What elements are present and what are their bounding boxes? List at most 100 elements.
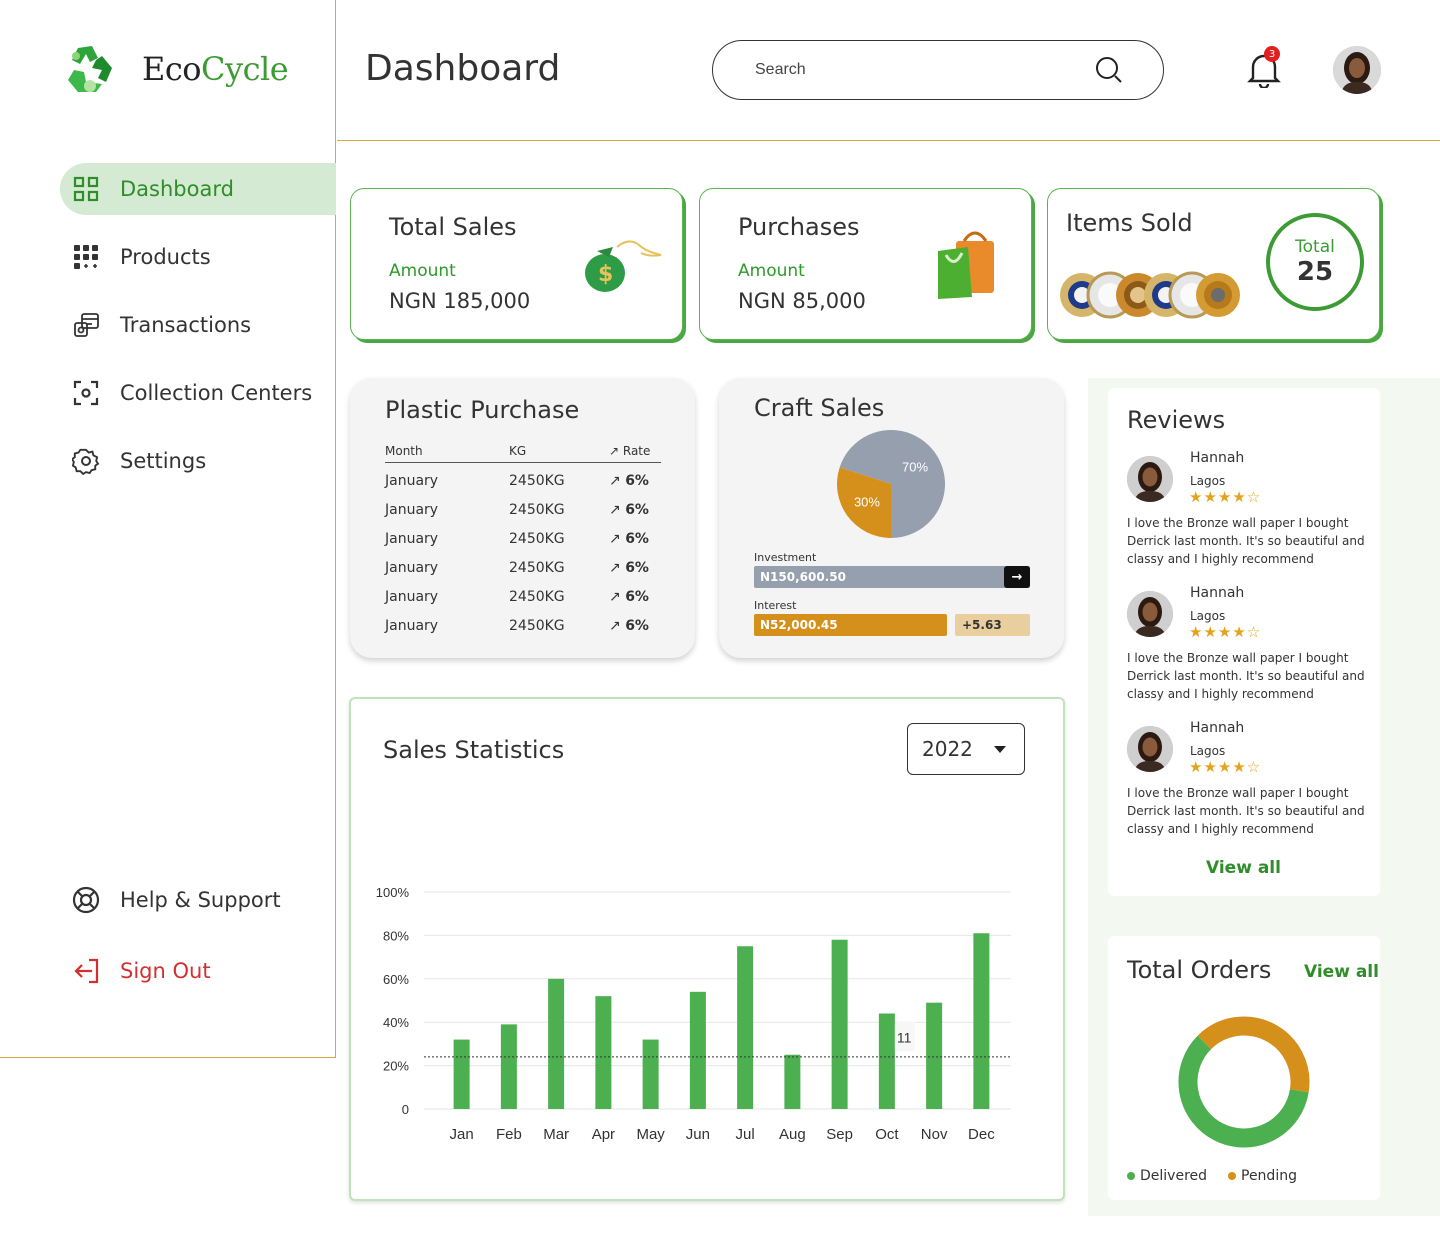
star-rating: ★★★★☆ [1189, 488, 1262, 506]
kg-cell: 2450KG [509, 618, 565, 634]
arrow-right-icon[interactable]: → [1004, 566, 1030, 588]
month-cell: January [385, 502, 439, 518]
rate-cell: ↗ 6% [609, 560, 649, 576]
reviewer-avatar [1127, 456, 1173, 502]
kg-cell: 2450KG [509, 502, 565, 518]
legend-label: Pending [1241, 1168, 1297, 1184]
star-rating: ★★★★☆ [1189, 758, 1262, 776]
bar-jul[interactable] [737, 946, 754, 1109]
trend-up-icon: ↗ [609, 560, 626, 576]
month-cell: January [385, 589, 439, 605]
trend-up-icon: ↗ [609, 473, 626, 490]
sidebar: EcoCycle Dashboard Products Transactions… [0, 0, 336, 1058]
trend-up-icon: ↗ [609, 444, 623, 458]
sidebar-item-label: Collection Centers [120, 381, 313, 405]
bar-oct[interactable] [878, 1013, 895, 1109]
bar-jun[interactable] [689, 991, 706, 1109]
y-tick-label: 0 [402, 1102, 409, 1117]
total-sales-card[interactable]: Total Sales Amount NGN 185,000 $ [350, 188, 683, 340]
orders-view-all-link[interactable]: View all [1304, 962, 1379, 982]
investment-value: N150,600.50 [760, 570, 846, 584]
sidebar-item-collection-centers[interactable]: Collection Centers [60, 367, 336, 419]
sidebar-item-products[interactable]: Products [60, 231, 336, 283]
month-cell: January [385, 531, 439, 547]
search-input[interactable] [755, 61, 1055, 79]
total-orders-panel: Total Orders View all Delivered Pending [1108, 936, 1380, 1200]
svg-text:$: $ [598, 262, 613, 287]
transactions-icon [72, 311, 100, 339]
grid-icon [72, 175, 100, 203]
panel-title: Sales Statistics [383, 736, 565, 764]
interest-value: N52,000.45 [760, 618, 838, 632]
gear-icon [72, 447, 100, 475]
pie-slice-label: 70% [902, 460, 928, 475]
sidebar-item-settings[interactable]: Settings [60, 435, 336, 487]
table-row: January 2450KG ↗ 6% [385, 463, 661, 492]
bar-aug[interactable] [784, 1054, 801, 1109]
bar-apr[interactable] [595, 996, 612, 1109]
donut-segment-delivered[interactable] [1178, 1035, 1309, 1148]
items-sold-card[interactable]: Items Sold Total 25 [1047, 188, 1380, 340]
reviews-view-all-link[interactable]: View all [1206, 858, 1281, 878]
search-icon[interactable] [1095, 56, 1123, 84]
brand-logo[interactable]: EcoCycle [62, 42, 289, 96]
y-tick-label: 80% [383, 928, 409, 943]
x-tick-label: Aug [779, 1126, 806, 1143]
month-cell: January [385, 473, 439, 490]
table-row: January 2450KG ↗ 6% [385, 550, 661, 579]
craft-sales-panel: Craft Sales 70% 30% Investment N150,600.5… [719, 378, 1064, 658]
recycle-logo-icon [68, 46, 112, 92]
search-bar[interactable] [712, 40, 1164, 100]
panel-title: Plastic Purchase [385, 396, 580, 424]
trend-up-icon: ↗ [609, 589, 626, 605]
column-header: KG [509, 444, 609, 463]
year-select[interactable]: 2022 [907, 723, 1025, 775]
review-text: I love the Bronze wall paper I bought De… [1127, 651, 1365, 701]
plastic-purchase-panel: Plastic Purchase Month KG ↗ Rate January… [350, 378, 695, 658]
product-thumbnails [1060, 271, 1240, 319]
rate-cell: ↗ 6% [609, 531, 649, 547]
shopping-bag-icon [938, 231, 994, 299]
kg-cell: 2450KG [509, 531, 565, 547]
notification-button[interactable]: 3 [1247, 46, 1283, 90]
reviews-panel: Reviews Hannah Lagos ★★★★☆ I love the Bronz… [1108, 388, 1380, 896]
pie-slice-label: 30% [854, 494, 880, 509]
interest-label: Interest [754, 599, 797, 612]
bar-tooltip: 11 [894, 1021, 915, 1052]
purchases-card[interactable]: Purchases Amount NGN 85,000 [699, 188, 1032, 340]
tooltip-value: 11 [897, 1030, 912, 1046]
panel-title: Craft Sales [754, 394, 885, 422]
card-value: NGN 185,000 [389, 289, 531, 313]
bar-jan[interactable] [453, 1039, 470, 1109]
x-tick-label: Feb [496, 1126, 522, 1143]
legend-dot [1228, 1172, 1236, 1180]
rate-cell: ↗ 6% [609, 502, 649, 518]
table-row: January 2450KG ↗ 6% [385, 608, 661, 637]
bar-may[interactable] [642, 1039, 659, 1109]
bar-nov[interactable] [926, 1002, 943, 1109]
lifebuoy-icon [72, 886, 100, 914]
help-support-link[interactable]: Help & Support [60, 874, 336, 926]
reviewer-name: Hannah [1190, 720, 1245, 736]
bar-feb[interactable] [500, 1024, 517, 1109]
sign-out-button[interactable]: Sign Out [60, 945, 336, 997]
bar-sep[interactable] [831, 939, 848, 1109]
keypad-icon [72, 243, 100, 271]
sign-out-icon [72, 957, 100, 985]
panel-title: Reviews [1127, 406, 1226, 434]
donut-segment-pending[interactable] [1197, 1016, 1310, 1093]
table-header-row: Month KG ↗ Rate [385, 444, 661, 463]
sidebar-item-transactions[interactable]: Transactions [60, 299, 336, 351]
user-avatar[interactable] [1333, 46, 1381, 94]
reviewer-location: Lagos [1190, 609, 1226, 623]
bar-dec[interactable] [973, 933, 990, 1109]
bar-mar[interactable] [548, 978, 565, 1109]
investment-label: Investment [754, 551, 817, 564]
sidebar-item-dashboard[interactable]: Dashboard [60, 163, 336, 215]
sidebar-item-label: Transactions [120, 313, 252, 337]
column-header-rate: ↗ Rate [609, 444, 661, 463]
reviewer-name: Hannah [1190, 585, 1245, 601]
brand-name: EcoCycle [142, 50, 289, 88]
top-header: Dashboard 3 [337, 0, 1440, 141]
rate-cell: ↗ 6% [609, 589, 649, 605]
